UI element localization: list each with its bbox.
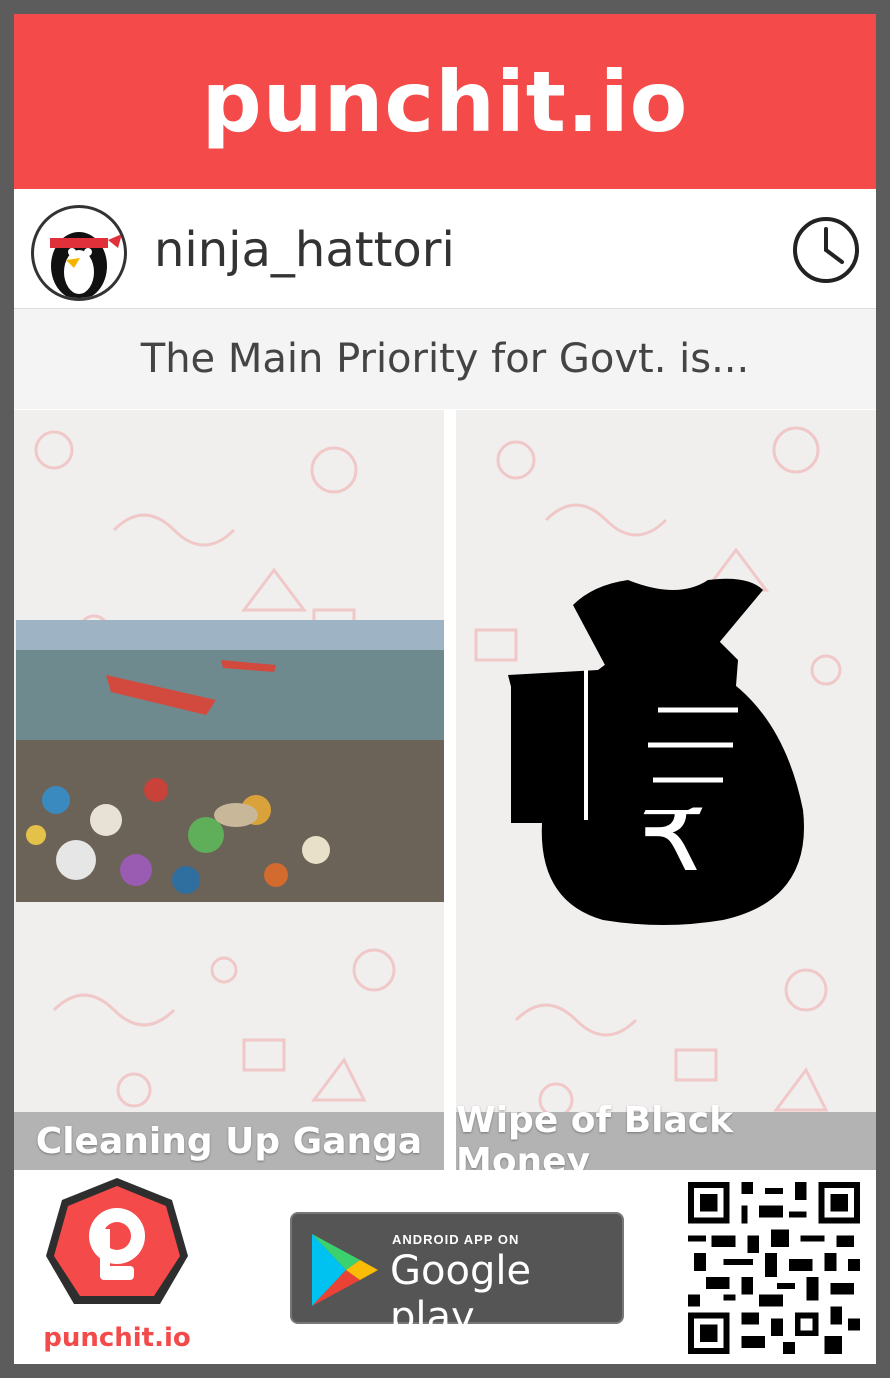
google-play-button[interactable]: ANDROID APP ON Google play [290, 1212, 624, 1340]
store-caption: ANDROID APP ON [392, 1232, 520, 1247]
punchit-app-logo[interactable]: punchit.io [42, 1174, 192, 1364]
poll-card: punchit.io ninja_hattori The Main Priori… [14, 14, 876, 1364]
qr-code[interactable] [688, 1182, 860, 1354]
option-label: Cleaning Up Ganga [14, 1112, 444, 1170]
ninja-penguin-icon [50, 232, 122, 298]
app-header: punchit.io [14, 14, 876, 189]
play-store-icon [312, 1234, 378, 1306]
polluted-river-photo [16, 620, 444, 902]
clock-icon[interactable] [792, 216, 860, 284]
avatar[interactable] [31, 205, 127, 301]
option-label: Wipe of Black Money [456, 1100, 876, 1170]
brand-logo[interactable]: punchit.io [202, 53, 689, 151]
svg-text:punchit.io: punchit.io [43, 1323, 191, 1353]
poll-option-2[interactable]: ₹ Wipe of Black Money [456, 410, 876, 1170]
footer: punchit.io ANDROID APP ON Google play [14, 1174, 876, 1364]
poll-question: The Main Priority for Govt. is... [14, 309, 876, 409]
username[interactable]: ninja_hattori [154, 222, 455, 278]
rupee-money-bag-icon: ₹ [508, 578, 804, 925]
store-name: Google play [390, 1248, 532, 1340]
poll-option-1[interactable]: Cleaning Up Ganga [14, 410, 444, 1170]
user-bar: ninja_hattori [14, 192, 876, 309]
